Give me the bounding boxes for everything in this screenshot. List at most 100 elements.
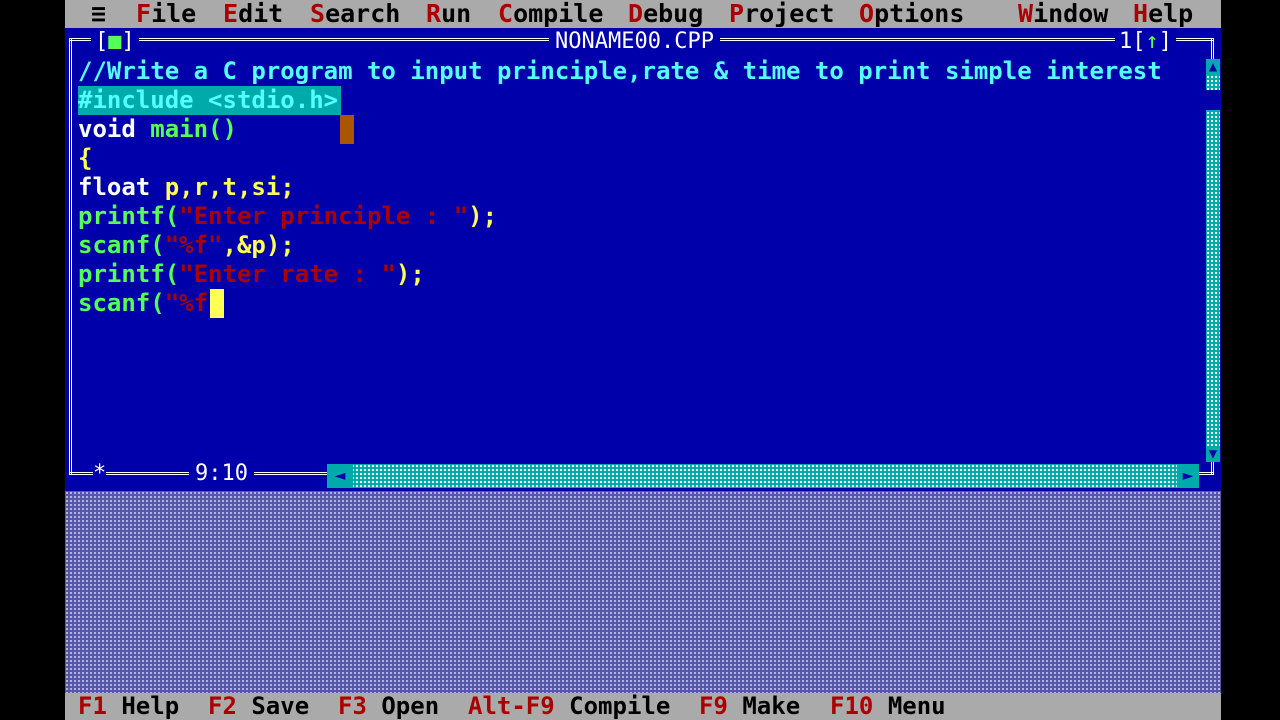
window-resize-icon[interactable]: * (93, 460, 107, 488)
menu-file[interactable]: File (136, 0, 196, 28)
menu-help-label: elp (1148, 0, 1194, 28)
menu-bar: ≡ File Edit Search Run Compile Debug Pro… (65, 0, 1221, 28)
keyword-float: float (78, 173, 151, 201)
status-make[interactable]: F9 Make (699, 693, 800, 720)
status-save[interactable]: F2 Save (208, 693, 309, 720)
status-menu[interactable]: F10 Menu (830, 693, 946, 720)
menu-edit-label: dit (238, 0, 284, 28)
code-line-3[interactable]: void main() (78, 115, 237, 144)
scroll-up-arrow-icon[interactable]: ▲ (1206, 59, 1220, 75)
menu-debug[interactable]: Debug (628, 0, 703, 28)
keyword-void: void (78, 115, 136, 143)
menu-search-hotkey: S (310, 0, 326, 28)
window-number-zoom: 1[↑] (1115, 28, 1176, 56)
menu-file-label: ile (151, 0, 197, 28)
editor-window: [■] NONAME00.CPP 1[↑] //Write a C progra… (65, 28, 1221, 491)
menu-debug-label: ebug (643, 0, 704, 28)
status-bar: F1 Help F2 Save F3 Open Alt-F9 Compile F… (65, 693, 1221, 720)
desktop-background (65, 491, 1221, 693)
menu-options-hotkey: O (859, 0, 875, 28)
system-menu-icon[interactable]: ≡ (91, 0, 106, 28)
status-key: F10 (830, 692, 874, 720)
status-compile[interactable]: Alt-F9 Compile (468, 693, 670, 720)
include-text: #include <stdio.h> (78, 86, 339, 114)
menu-options-label: ptions (874, 0, 965, 28)
open-brace: { (78, 144, 93, 172)
string-literal: "%f" (164, 231, 223, 259)
code-line-9[interactable]: scanf("%f (78, 289, 208, 318)
code-line-1[interactable]: //Write a C program to input principle,r… (78, 57, 1162, 86)
menu-help[interactable]: Help (1133, 0, 1193, 28)
scroll-right-arrow-icon[interactable]: ► (1177, 464, 1199, 488)
function-scanf: scanf( (78, 289, 165, 317)
code-line-8[interactable]: printf("Enter rate : "); (78, 260, 425, 289)
menu-project[interactable]: Project (729, 0, 834, 28)
status-key: F1 (78, 692, 107, 720)
close-box-left: [ (95, 29, 109, 54)
zoom-box-left: [ (1132, 29, 1146, 54)
cursor-position: 9:10 (189, 460, 254, 488)
scroll-left-arrow-icon[interactable]: ◄ (327, 464, 353, 488)
variable-list: p,r,t,si; (164, 173, 295, 201)
status-label: Make (742, 692, 801, 720)
status-label: Compile (569, 692, 671, 720)
string-literal: "Enter rate : " (179, 260, 396, 288)
close-box-right: ] (121, 29, 135, 54)
menu-help-hotkey: H (1133, 0, 1149, 28)
vertical-scrollbar[interactable] (1206, 59, 1220, 462)
zoom-icon[interactable]: ↑ (1146, 29, 1159, 54)
menu-debug-hotkey: D (628, 0, 644, 28)
status-label: Menu (887, 692, 946, 720)
status-label: Save (251, 692, 310, 720)
menu-project-hotkey: P (729, 0, 745, 28)
window-close-button[interactable]: [■] (91, 28, 139, 56)
status-open[interactable]: F3 Open (338, 693, 439, 720)
comment-text: //Write a C program to input principle,r… (78, 57, 1162, 85)
menu-run[interactable]: Run (426, 0, 471, 28)
function-scanf: scanf( (78, 231, 165, 259)
window-frame-left (69, 38, 72, 475)
string-literal: "Enter principle : " (179, 202, 469, 230)
function-main: main() (150, 115, 237, 143)
code-editor[interactable]: //Write a C program to input principle,r… (78, 57, 1202, 467)
menu-options[interactable]: Options (859, 0, 964, 28)
menu-edit[interactable]: Edit (223, 0, 283, 28)
code-line-5[interactable]: float p,r,t,si; (78, 173, 295, 202)
menu-search-label: earch (325, 0, 401, 28)
status-key: F3 (338, 692, 367, 720)
menu-window[interactable]: Window (1018, 0, 1108, 28)
menu-compile-label: ompile (513, 0, 604, 28)
status-help[interactable]: F1 Help (78, 693, 179, 720)
code-line-7[interactable]: scanf("%f",&p); (78, 231, 295, 260)
status-key: Alt-F9 (468, 692, 555, 720)
vertical-scroll-thumb[interactable] (1206, 90, 1220, 110)
code-line-4[interactable]: { (78, 144, 92, 173)
status-key: F9 (699, 692, 728, 720)
menu-edit-hotkey: E (223, 0, 239, 28)
string-literal: "%f (164, 289, 209, 317)
scroll-down-arrow-icon[interactable]: ▼ (1206, 446, 1220, 462)
statement-end: ); (468, 202, 498, 230)
window-title: NONAME00.CPP (549, 28, 720, 56)
status-label: Help (121, 692, 180, 720)
menu-compile[interactable]: Compile (498, 0, 603, 28)
menu-run-hotkey: R (426, 0, 442, 28)
menu-run-label: un (441, 0, 472, 28)
status-label: Open (381, 692, 440, 720)
statement-end: ); (395, 260, 425, 288)
status-key: F2 (208, 692, 237, 720)
turbo-cpp-screen: ≡ File Edit Search Run Compile Debug Pro… (65, 0, 1221, 720)
window-number: 1 (1119, 29, 1133, 54)
statement-end: ,&p); (222, 231, 295, 259)
horizontal-scrollbar[interactable] (327, 464, 1185, 488)
menu-compile-hotkey: C (498, 0, 514, 28)
menu-file-hotkey: F (136, 0, 152, 28)
code-line-2[interactable]: #include <stdio.h> (78, 86, 338, 115)
function-printf: printf( (78, 260, 180, 288)
close-icon: ■ (108, 29, 122, 54)
function-printf: printf( (78, 202, 180, 230)
menu-window-label: indow (1033, 0, 1109, 28)
code-line-6[interactable]: printf("Enter principle : "); (78, 202, 497, 231)
zoom-box-right: ] (1158, 29, 1172, 54)
menu-search[interactable]: Search (310, 0, 400, 28)
